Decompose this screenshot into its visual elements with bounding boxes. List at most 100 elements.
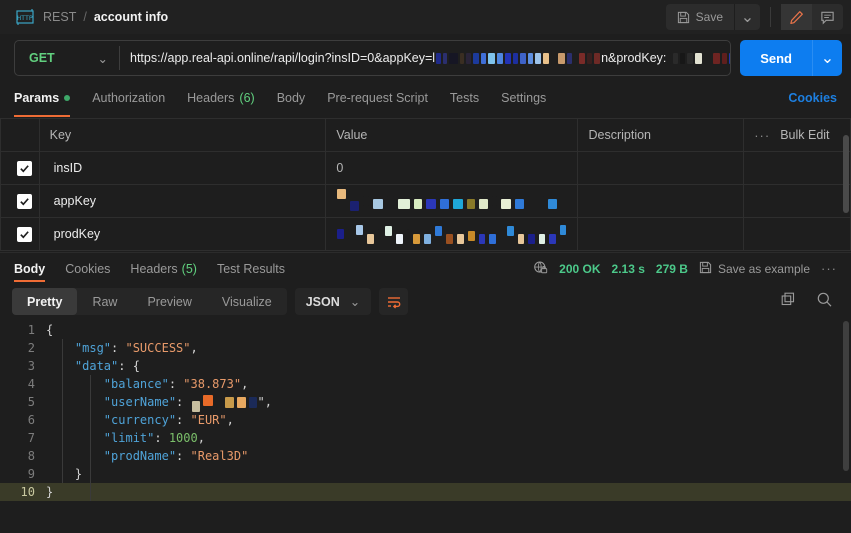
param-description[interactable] bbox=[578, 152, 744, 185]
send-dropdown-chevron-down-icon[interactable]: ⌄ bbox=[812, 40, 842, 76]
redaction-block bbox=[729, 53, 730, 64]
view-mode-visualize[interactable]: Visualize bbox=[207, 288, 287, 315]
tab-params-label: Params bbox=[14, 91, 59, 105]
redaction-block bbox=[443, 53, 447, 64]
tab-headers-label: Headers bbox=[187, 91, 234, 105]
redaction-block bbox=[216, 397, 222, 408]
tab-settings[interactable]: Settings bbox=[501, 84, 546, 112]
view-mode-preview[interactable]: Preview bbox=[132, 288, 206, 315]
response-more-options-icon[interactable]: ··· bbox=[821, 261, 837, 276]
response-tab-test-results[interactable]: Test Results bbox=[217, 253, 285, 285]
pen-icon[interactable] bbox=[781, 4, 812, 30]
search-icon[interactable] bbox=[816, 291, 833, 313]
cookies-link[interactable]: Cookies bbox=[788, 91, 837, 105]
code-token: "msg" bbox=[75, 341, 111, 355]
send-button[interactable]: Send bbox=[740, 40, 812, 76]
line-number: 2 bbox=[0, 339, 46, 357]
tab-headers[interactable]: Headers (6) bbox=[187, 84, 255, 112]
breadcrumb-root[interactable]: REST bbox=[43, 10, 76, 24]
redaction-block bbox=[385, 226, 392, 236]
code-token: } bbox=[75, 467, 82, 481]
tab-headers-count: (6) bbox=[239, 91, 254, 105]
request-url-bar: GET ⌄ https://app.real-api.online/rapi/l… bbox=[14, 40, 731, 76]
table-row[interactable]: prodKey bbox=[1, 218, 851, 251]
row-checkbox[interactable] bbox=[17, 194, 32, 209]
param-value[interactable] bbox=[326, 218, 578, 251]
code-line: 8 "prodName": "Real3D" bbox=[0, 447, 851, 465]
code-text: "prodName": "Real3D" bbox=[46, 447, 851, 465]
redaction-block bbox=[528, 234, 534, 244]
response-tab-headers-label: Headers bbox=[130, 262, 177, 276]
row-checkbox[interactable] bbox=[17, 227, 32, 242]
response-tab-body[interactable]: Body bbox=[14, 253, 45, 285]
save-button-group: Save ⌄ bbox=[666, 4, 760, 30]
line-number: 1 bbox=[0, 321, 46, 339]
redaction-block bbox=[337, 229, 344, 239]
url-input[interactable]: https://app.real-api.online/rapi/login?i… bbox=[120, 41, 730, 75]
code-token: 1000 bbox=[169, 431, 198, 445]
toolbar-divider bbox=[770, 7, 771, 27]
param-value[interactable]: 0 bbox=[326, 152, 578, 185]
response-time: 2.13 s bbox=[612, 262, 645, 276]
param-description[interactable] bbox=[578, 218, 744, 251]
save-button-label: Save bbox=[696, 10, 723, 24]
row-checkbox-cell bbox=[1, 185, 40, 218]
tab-body[interactable]: Body bbox=[277, 84, 306, 112]
view-mode-pretty[interactable]: Pretty bbox=[12, 288, 77, 315]
redaction-block bbox=[479, 199, 488, 209]
redaction-block bbox=[435, 226, 442, 236]
params-table-area: Key Value Description ··· Bulk Edit bbox=[0, 118, 851, 250]
redaction-block bbox=[414, 199, 422, 209]
param-key[interactable]: insID bbox=[39, 152, 326, 185]
tab-authorization[interactable]: Authorization bbox=[92, 84, 165, 112]
tab-pre-request-script-label: Pre-request Script bbox=[327, 91, 428, 105]
response-body-code[interactable]: 1{2 "msg": "SUCCESS",3 "data": {4 "balan… bbox=[0, 321, 851, 533]
line-number: 6 bbox=[0, 411, 46, 429]
url-text-prefix: https://app.real-api.online/rapi/login?i… bbox=[130, 51, 435, 65]
param-key[interactable]: appKey bbox=[39, 185, 326, 218]
param-description[interactable] bbox=[578, 185, 744, 218]
header-checkbox-cell bbox=[1, 119, 40, 152]
response-tab-headers[interactable]: Headers (5) bbox=[130, 253, 197, 285]
save-as-example-button[interactable]: Save as example bbox=[699, 261, 810, 277]
bulk-edit-button[interactable]: Bulk Edit bbox=[780, 128, 829, 142]
http-method-selector[interactable]: GET ⌄ bbox=[15, 41, 119, 75]
row-checkbox[interactable] bbox=[17, 161, 32, 176]
tab-params[interactable]: Params bbox=[14, 84, 70, 112]
code-token: "38.873" bbox=[183, 377, 241, 391]
line-number: 7 bbox=[0, 429, 46, 447]
redaction-block bbox=[594, 53, 600, 64]
redaction-block bbox=[722, 53, 727, 64]
tab-authorization-label: Authorization bbox=[92, 91, 165, 105]
save-dropdown-chevron-down-icon[interactable]: ⌄ bbox=[734, 4, 760, 30]
save-button[interactable]: Save bbox=[666, 4, 734, 30]
tab-body-label: Body bbox=[277, 91, 306, 105]
code-token: : bbox=[176, 413, 190, 427]
copy-icon[interactable] bbox=[780, 291, 796, 312]
code-line: 9 } bbox=[0, 465, 851, 483]
response-format-bar: Pretty Raw Preview Visualize JSON ⌄ bbox=[0, 284, 851, 321]
table-options-icon[interactable]: ··· bbox=[754, 128, 770, 143]
view-mode-raw[interactable]: Raw bbox=[77, 288, 132, 315]
redaction-block bbox=[348, 229, 352, 239]
param-key[interactable]: prodKey bbox=[39, 218, 326, 251]
table-row[interactable]: appKey bbox=[1, 185, 851, 218]
param-row-end bbox=[744, 185, 851, 218]
redaction-block bbox=[680, 53, 685, 64]
tab-tests[interactable]: Tests bbox=[450, 84, 479, 112]
tab-pre-request-script[interactable]: Pre-request Script bbox=[327, 84, 428, 112]
redaction-block bbox=[479, 234, 485, 244]
http-method-value: GET bbox=[29, 51, 55, 65]
params-table-scrollbar[interactable] bbox=[843, 135, 849, 213]
body-view-mode-group: Pretty Raw Preview Visualize bbox=[12, 288, 287, 315]
param-value[interactable] bbox=[326, 185, 578, 218]
redaction-block bbox=[473, 53, 479, 64]
code-vertical-scrollbar[interactable] bbox=[843, 321, 849, 471]
response-tab-cookies[interactable]: Cookies bbox=[65, 253, 110, 285]
comment-icon[interactable] bbox=[812, 4, 843, 30]
word-wrap-icon[interactable] bbox=[379, 288, 408, 315]
code-text: "userName": ", bbox=[46, 393, 851, 411]
table-row[interactable]: insID 0 bbox=[1, 152, 851, 185]
redaction-block bbox=[373, 199, 383, 209]
language-selector[interactable]: JSON ⌄ bbox=[295, 288, 372, 315]
